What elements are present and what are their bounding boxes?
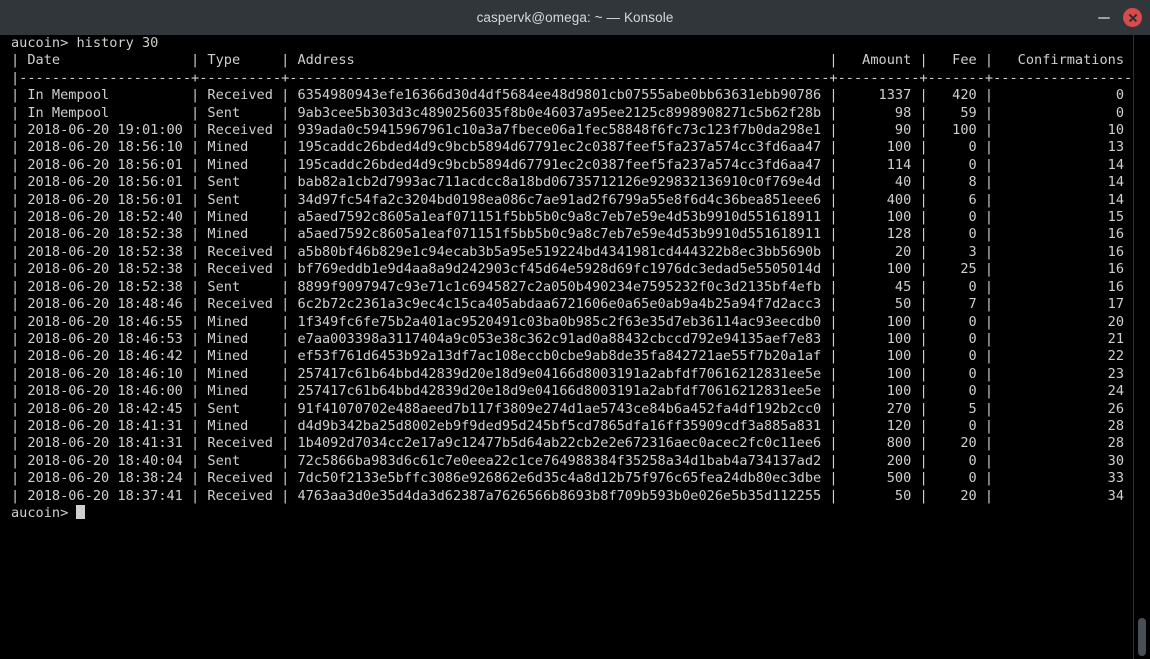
- table-row: | 2018-06-20 18:41:31 | Mined | d4d9b342…: [11, 417, 1141, 434]
- table-row: | 2018-06-20 18:52:38 | Sent | 8899f9097…: [11, 278, 1141, 295]
- table-row: | 2018-06-20 18:38:24 | Received | 7dc50…: [11, 470, 1141, 487]
- table-row: | In Mempool | Sent | 9ab3cee5b303d3c489…: [11, 104, 1141, 121]
- terminal-scrollbar[interactable]: [1133, 35, 1150, 659]
- table-row: | 2018-06-20 18:46:53 | Mined | e7aa0033…: [11, 330, 1141, 347]
- window-controls: [1095, 0, 1142, 35]
- table-row: | 2018-06-20 18:56:01 | Sent | bab82a1cb…: [11, 174, 1141, 191]
- konsole-window: caspervk@omega: ~ — Konsole aucoin> hist…: [0, 0, 1150, 659]
- table-row: | 2018-06-20 18:41:31 | Received | 1b409…: [11, 435, 1141, 452]
- table-row: | 2018-06-20 18:37:41 | Received | 4763a…: [11, 487, 1141, 504]
- terminal-output-area[interactable]: aucoin> history 30 | Date | Type | Addres…: [0, 35, 1150, 659]
- table-row: | 2018-06-20 18:46:42 | Mined | ef53f761…: [11, 348, 1141, 365]
- scrollbar-thumb[interactable]: [1138, 618, 1146, 656]
- table-row: | 2018-06-20 18:40:04 | Sent | 72c5866ba…: [11, 452, 1141, 469]
- table-row: | 2018-06-20 18:56:01 | Mined | 195caddc…: [11, 156, 1141, 173]
- table-row: | 2018-06-20 18:42:45 | Sent | 91f410707…: [11, 400, 1141, 417]
- terminal-cursor: [76, 504, 85, 519]
- table-separator-row: |---------------------+----------+------…: [11, 69, 1141, 86]
- table-row: | 2018-06-20 18:56:10 | Mined | 195caddc…: [11, 139, 1141, 156]
- minimize-icon[interactable]: [1095, 9, 1113, 27]
- table-row: | 2018-06-20 18:48:46 | Received | 6c2b7…: [11, 296, 1141, 313]
- close-icon[interactable]: [1123, 8, 1142, 27]
- table-row: | 2018-06-20 18:56:01 | Sent | 34d97fc54…: [11, 191, 1141, 208]
- terminal-text-buffer: aucoin> history 30 | Date | Type | Addres…: [11, 35, 1150, 522]
- window-title: caspervk@omega: ~ — Konsole: [476, 10, 674, 25]
- table-row: | In Mempool | Received | 6354980943efe1…: [11, 87, 1141, 104]
- table-header-row: | Date | Type | Address | Amount | Fee |…: [11, 52, 1141, 69]
- terminal-prompt-line: aucoin>: [11, 504, 1150, 522]
- table-row: | 2018-06-20 18:46:00 | Mined | 257417c6…: [11, 383, 1141, 400]
- table-row: | 2018-06-20 18:52:38 | Received | a5b80…: [11, 243, 1141, 260]
- table-row: | 2018-06-20 19:01:00 | Received | 939ad…: [11, 122, 1141, 139]
- table-row: | 2018-06-20 18:46:55 | Mined | 1f349fc6…: [11, 313, 1141, 330]
- table-row: | 2018-06-20 18:52:38 | Received | bf769…: [11, 261, 1141, 278]
- terminal-command-line: aucoin> history 30: [11, 35, 159, 51]
- table-row: | 2018-06-20 18:52:40 | Mined | a5aed759…: [11, 209, 1141, 226]
- table-row: | 2018-06-20 18:52:38 | Mined | a5aed759…: [11, 226, 1141, 243]
- table-row: | 2018-06-20 18:46:10 | Mined | 257417c6…: [11, 365, 1141, 382]
- window-titlebar[interactable]: caspervk@omega: ~ — Konsole: [0, 0, 1150, 35]
